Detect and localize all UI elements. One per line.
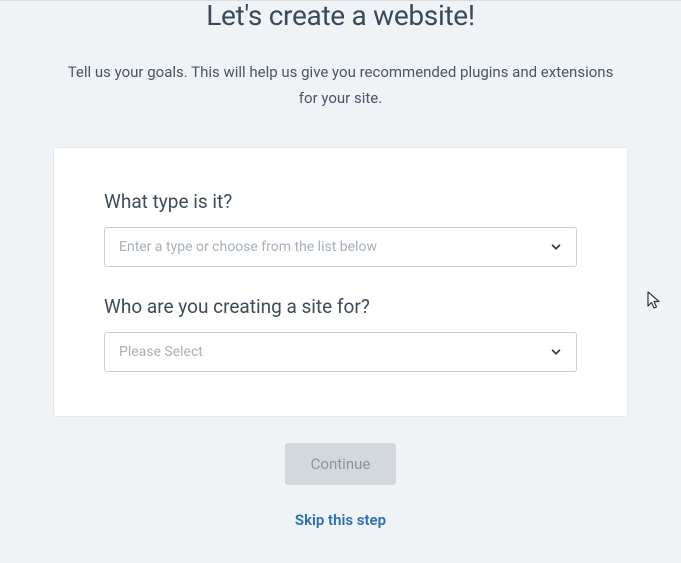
type-field-group: What type is it? bbox=[104, 190, 577, 267]
audience-field-group: Who are you creating a site for? Please … bbox=[104, 295, 577, 372]
page-title: Let's create a website! bbox=[16, 0, 665, 32]
onboarding-card: What type is it? Who are you creating a … bbox=[53, 147, 628, 417]
actions-area: Continue Skip this step bbox=[16, 443, 665, 529]
audience-select-wrap: Please Select bbox=[104, 332, 577, 372]
type-select-wrap bbox=[104, 227, 577, 267]
audience-field-label: Who are you creating a site for? bbox=[104, 295, 577, 318]
continue-button[interactable]: Continue bbox=[285, 443, 397, 485]
page-subtitle: Tell us your goals. This will help us gi… bbox=[61, 60, 621, 111]
type-field-label: What type is it? bbox=[104, 190, 577, 213]
type-combobox-input[interactable] bbox=[104, 227, 577, 267]
skip-step-link[interactable]: Skip this step bbox=[295, 511, 386, 529]
audience-select-placeholder: Please Select bbox=[119, 344, 203, 360]
audience-select[interactable]: Please Select bbox=[104, 332, 577, 372]
